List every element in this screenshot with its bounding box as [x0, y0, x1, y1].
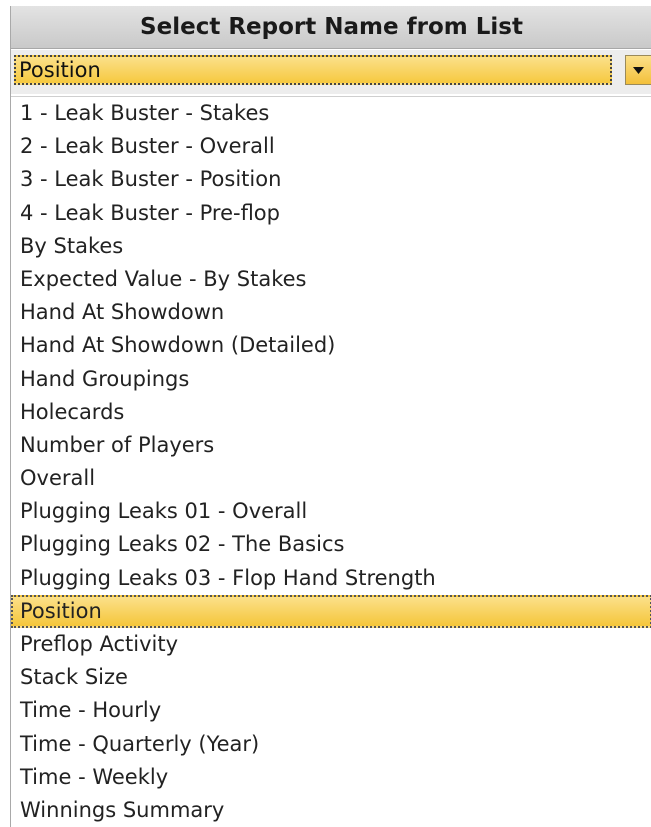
dropdown-button[interactable]	[625, 55, 651, 85]
list-item[interactable]: Holecards	[11, 396, 651, 429]
list-item[interactable]: Plugging Leaks 01 - Overall	[11, 495, 651, 528]
list-item[interactable]: Plugging Leaks 03 - Flop Hand Strength	[11, 562, 651, 595]
list-item[interactable]: Overall	[11, 462, 651, 495]
list-item[interactable]: Hand At Showdown	[11, 296, 651, 329]
panel-title: Select Report Name from List	[11, 6, 651, 49]
list-item[interactable]: 3 - Leak Buster - Position	[11, 163, 651, 196]
list-item[interactable]: Preflop Activity	[11, 628, 651, 661]
report-selector-panel: Select Report Name from List Position 1 …	[10, 6, 651, 827]
combobox-value[interactable]: Position	[14, 55, 612, 85]
list-item[interactable]: Time - Hourly	[11, 694, 651, 727]
list-item[interactable]: By Stakes	[11, 230, 651, 263]
list-item[interactable]: Number of Players	[11, 429, 651, 462]
list-item[interactable]: Time - Quarterly (Year)	[11, 728, 651, 761]
report-combobox[interactable]: Position	[11, 50, 651, 94]
list-item-selected[interactable]: Position	[11, 594, 651, 628]
chevron-down-icon	[633, 66, 644, 74]
list-item[interactable]: Winnings Summary	[11, 794, 651, 827]
list-item[interactable]: Hand Groupings	[11, 363, 651, 396]
list-item[interactable]: 4 - Leak Buster - Pre-flop	[11, 197, 651, 230]
list-item[interactable]: Hand At Showdown (Detailed)	[11, 329, 651, 362]
list-item[interactable]: Time - Weekly	[11, 761, 651, 794]
list-item[interactable]: Plugging Leaks 02 - The Basics	[11, 528, 651, 561]
list-item[interactable]: 1 - Leak Buster - Stakes	[11, 97, 651, 130]
list-item[interactable]: 2 - Leak Buster - Overall	[11, 130, 651, 163]
list-item[interactable]: Stack Size	[11, 661, 651, 694]
list-item[interactable]: Expected Value - By Stakes	[11, 263, 651, 296]
report-list: 1 - Leak Buster - Stakes 2 - Leak Buster …	[11, 96, 651, 827]
